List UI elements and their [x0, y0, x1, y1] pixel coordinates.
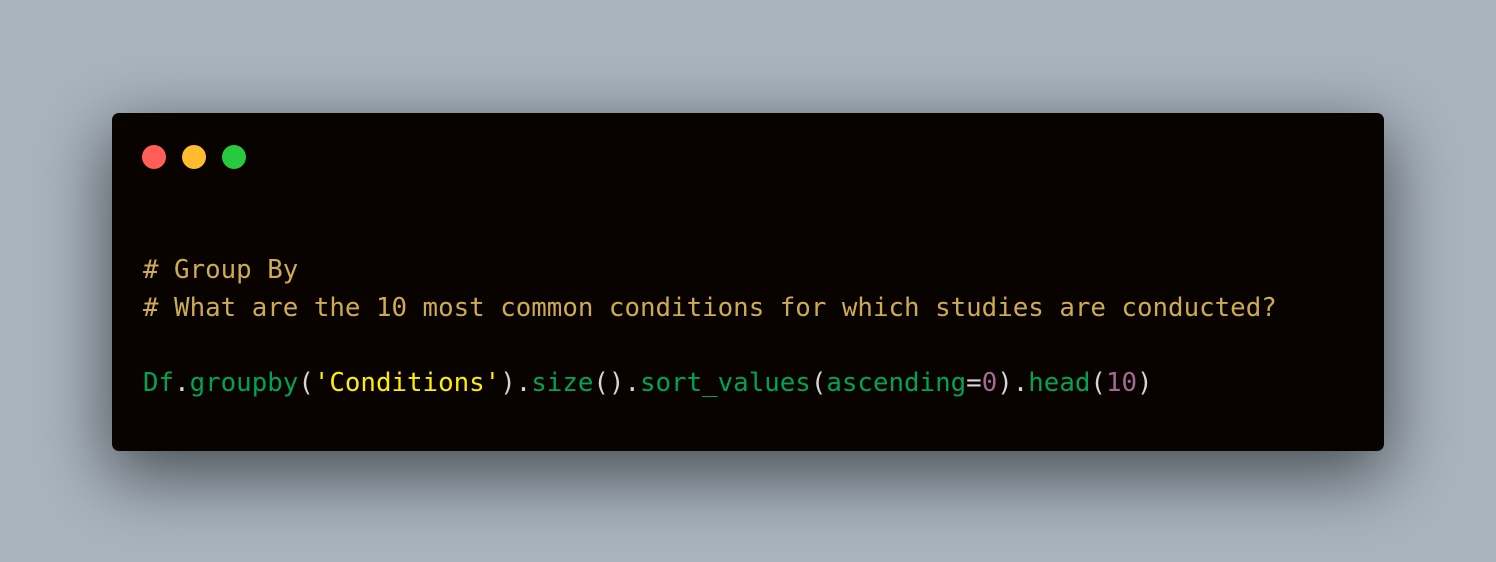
- paren-token: ): [1137, 367, 1153, 398]
- comment-token: # What are the 10 most common conditions…: [143, 292, 1277, 323]
- zoom-dot-icon[interactable]: [222, 145, 246, 169]
- window-controls: [142, 145, 246, 169]
- paren-token: (): [593, 367, 625, 398]
- equals-token: =: [966, 367, 982, 398]
- method-token: size: [531, 367, 594, 398]
- code-line-comment-1: # Group By: [143, 252, 1277, 290]
- keyword-arg-token: ascending: [826, 367, 967, 398]
- method-token: sort_values: [640, 367, 811, 398]
- minimize-dot-icon[interactable]: [182, 145, 206, 169]
- comment-token: # Group By: [143, 255, 299, 285]
- paren-token: (: [810, 367, 827, 398]
- paren-token: (: [1090, 367, 1106, 398]
- method-token: head: [1028, 367, 1091, 398]
- dot-token: .: [1012, 367, 1029, 398]
- code-line-statement: Df.groupby('Conditions').size().sort_val…: [143, 365, 1277, 403]
- close-dot-icon[interactable]: [142, 145, 166, 169]
- code-window: # Group By # What are the 10 most common …: [112, 113, 1384, 451]
- paren-token: ): [500, 367, 516, 398]
- code-line-comment-2: # What are the 10 most common conditions…: [143, 290, 1277, 328]
- dot-token: .: [174, 367, 190, 398]
- paren-token: (: [298, 367, 314, 398]
- string-token: 'Conditions': [313, 367, 501, 398]
- code-block: # Group By # What are the 10 most common …: [143, 252, 1277, 402]
- paren-token: ): [997, 367, 1013, 398]
- number-token: 0: [981, 367, 998, 398]
- dot-token: .: [515, 367, 532, 398]
- method-token: groupby: [189, 367, 299, 398]
- variable-token: Df: [143, 367, 175, 398]
- dot-token: .: [624, 367, 640, 398]
- number-token: 10: [1105, 367, 1137, 398]
